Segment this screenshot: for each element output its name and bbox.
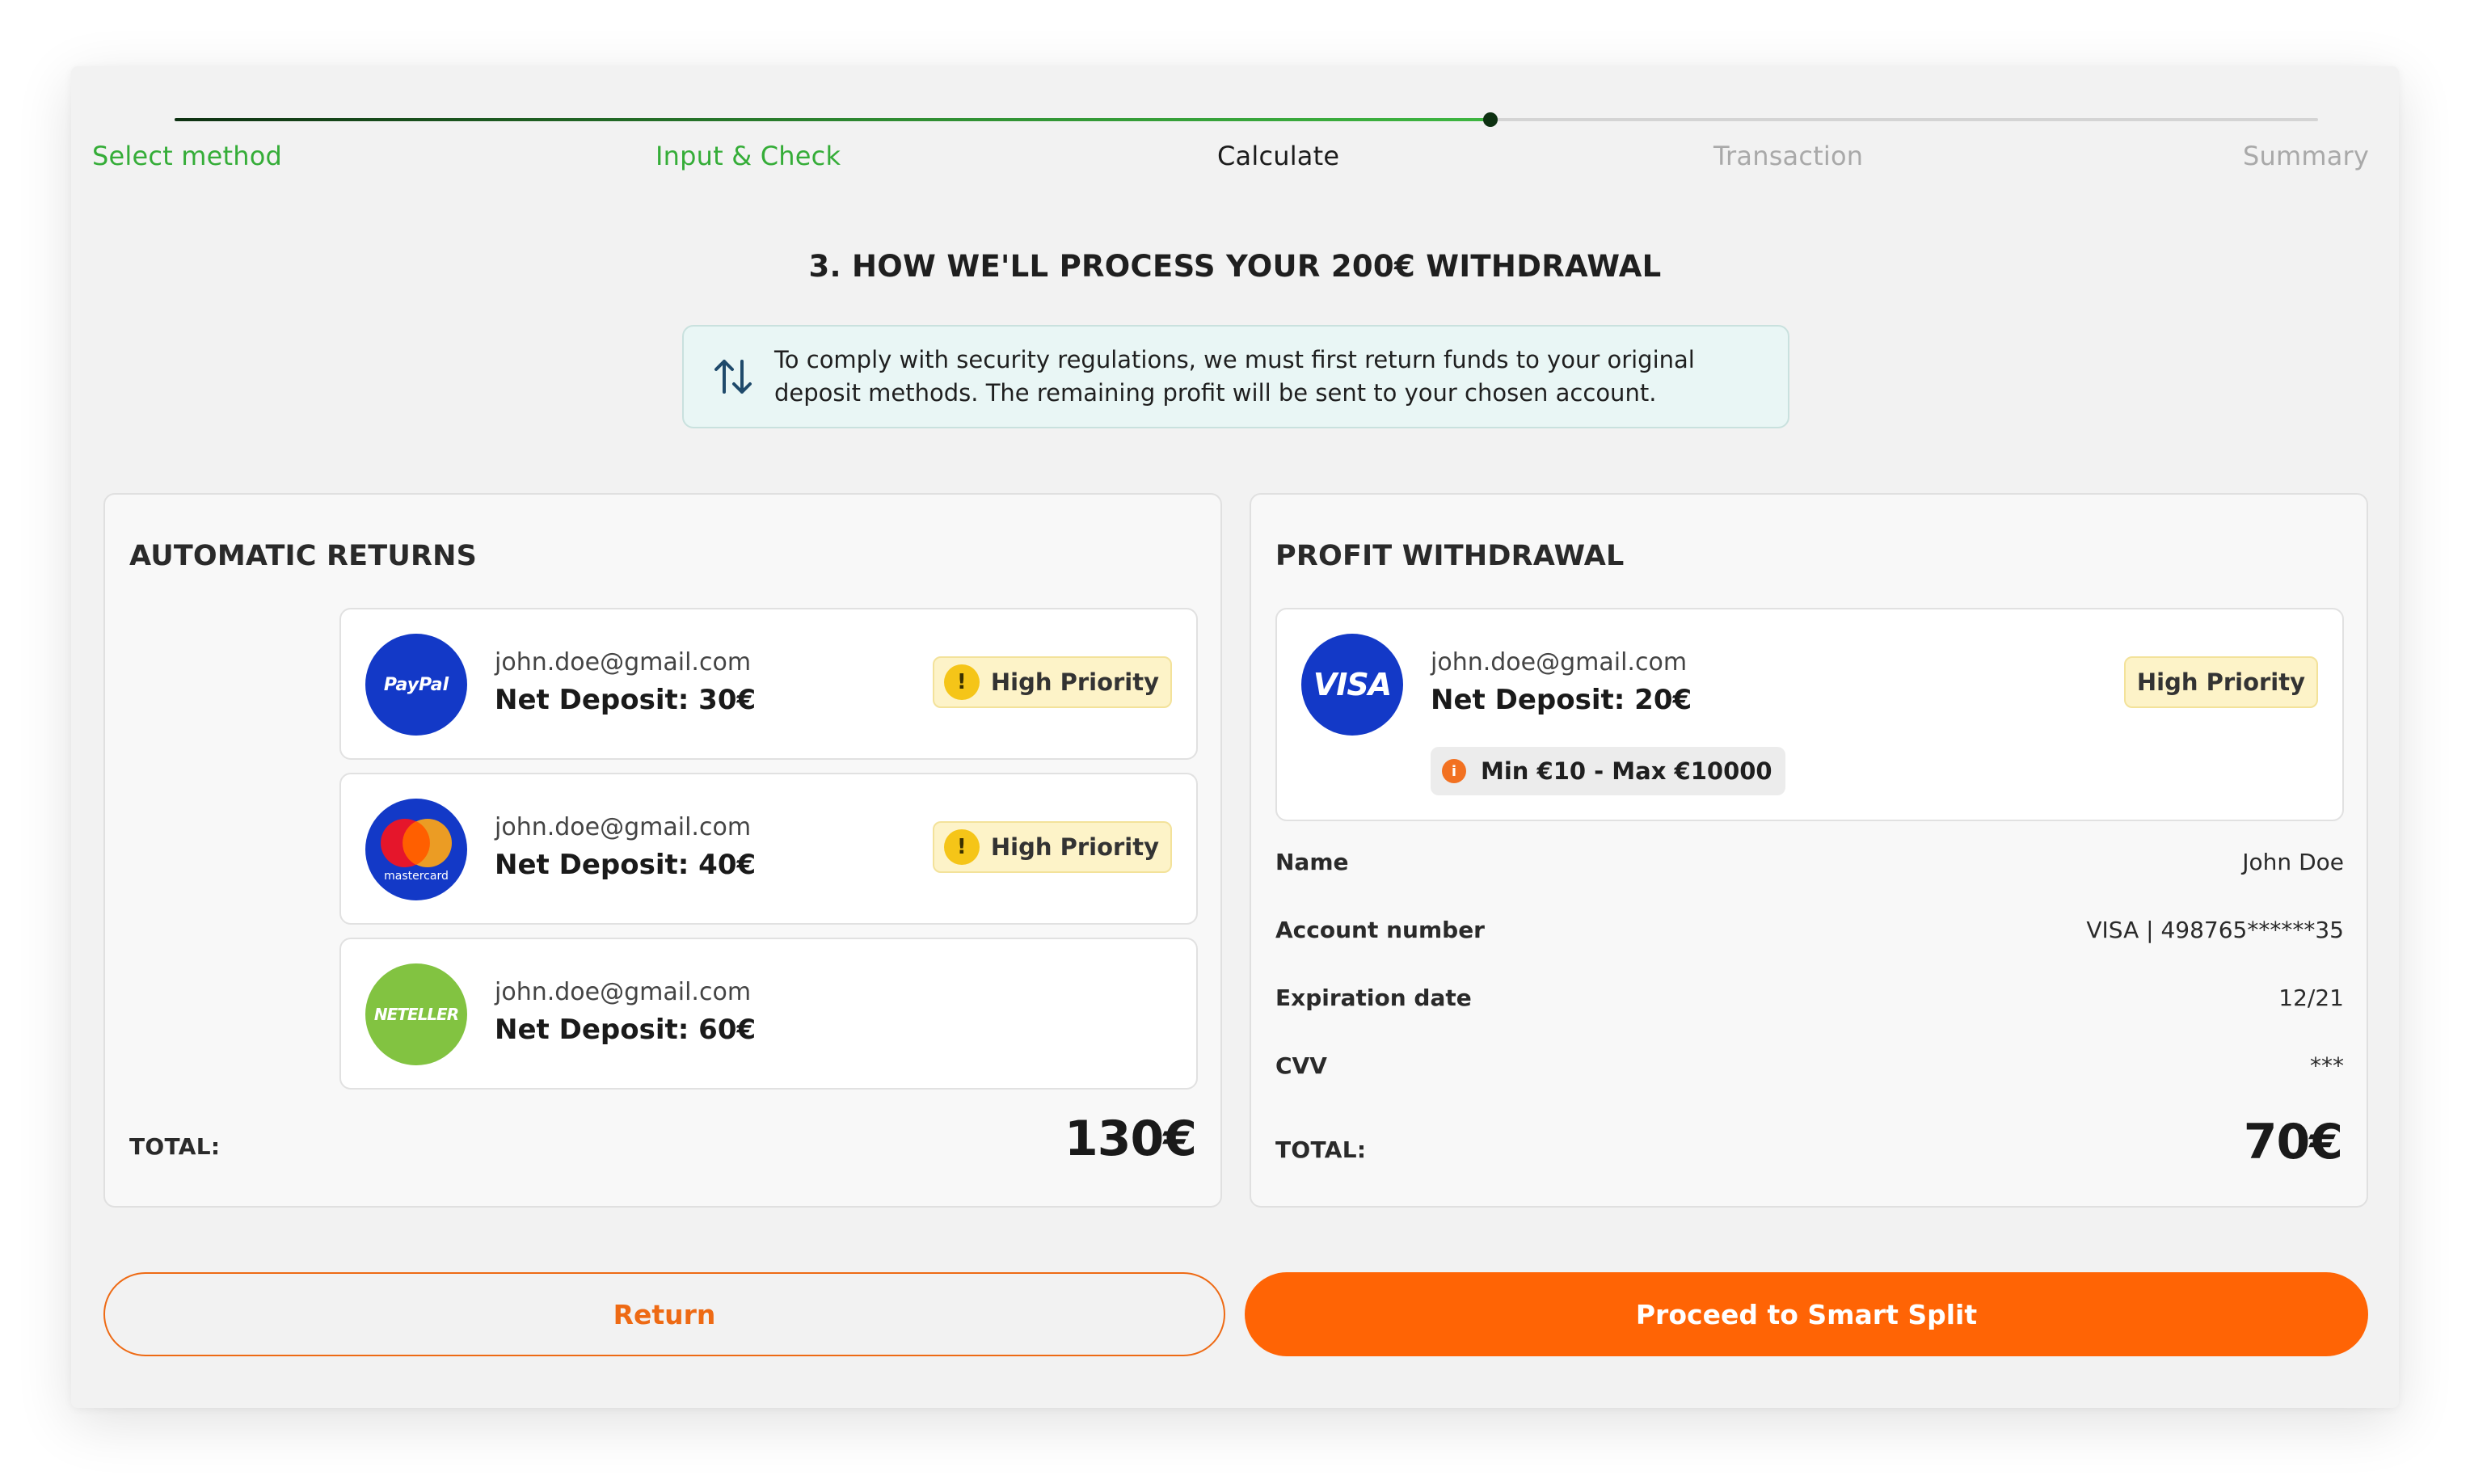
warning-icon: ! xyxy=(943,829,980,865)
automatic-returns-panel: AUTOMATIC RETURNS PayPal john.doe@gmail.… xyxy=(103,493,1222,1208)
high-priority-badge: ! High Priority xyxy=(932,821,1172,873)
net-deposit: Net Deposit: 20€ xyxy=(1431,684,1692,716)
returns-total-value: 130€ xyxy=(1064,1111,1197,1167)
high-priority-badge: High Priority xyxy=(2123,656,2318,708)
mastercard-circles-icon xyxy=(381,819,452,867)
method-email: john.doe@gmail.com xyxy=(495,813,752,841)
mastercard-logo: mastercard xyxy=(365,799,467,900)
return-method-card: PayPal john.doe@gmail.com Net Deposit: 3… xyxy=(339,608,1198,760)
step-input-check[interactable]: Input & Check xyxy=(655,141,841,171)
profit-total-label: TOTAL: xyxy=(1275,1136,1367,1163)
net-deposit: Net Deposit: 60€ xyxy=(495,1014,757,1046)
stepper-progress xyxy=(175,118,1490,121)
step-calculate: Calculate xyxy=(1217,141,1340,171)
profit-total-value: 70€ xyxy=(2243,1114,2343,1170)
net-deposit: Net Deposit: 40€ xyxy=(495,849,757,881)
warning-icon: ! xyxy=(943,664,980,700)
page-title: 3. HOW WE'LL PROCESS YOUR 200€ WITHDRAWA… xyxy=(808,249,1662,284)
detail-row-cvv: CVV *** xyxy=(1275,1052,2344,1079)
neteller-logo: NETELLER xyxy=(365,963,467,1065)
return-button[interactable]: Return xyxy=(103,1272,1225,1356)
notice-text: To comply with security regulations, we … xyxy=(774,346,1695,407)
profit-withdrawal-title: PROFIT WITHDRAWAL xyxy=(1275,540,1625,572)
automatic-returns-title: AUTOMATIC RETURNS xyxy=(129,540,478,572)
proceed-smart-split-button[interactable]: Proceed to Smart Split xyxy=(1245,1272,2368,1356)
swap-vertical-icon xyxy=(714,360,752,394)
compliance-notice: To comply with security regulations, we … xyxy=(682,325,1789,428)
detail-row-expiration: Expiration date 12/21 xyxy=(1275,984,2344,1011)
visa-logo: VISA xyxy=(1301,634,1403,736)
info-icon: i xyxy=(1442,759,1466,783)
withdrawal-account-card: VISA john.doe@gmail.com Net Deposit: 20€… xyxy=(1275,608,2344,821)
limits-chip: i Min €10 - Max €10000 xyxy=(1431,747,1785,795)
step-select-method[interactable]: Select method xyxy=(92,141,282,171)
high-priority-badge: ! High Priority xyxy=(932,656,1172,708)
return-method-card: mastercard john.doe@gmail.com Net Deposi… xyxy=(339,773,1198,925)
return-method-card: NETELLER john.doe@gmail.com Net Deposit:… xyxy=(339,938,1198,1090)
detail-row-name: Name John Doe xyxy=(1275,849,2344,875)
method-email: john.doe@gmail.com xyxy=(495,978,752,1006)
returns-total-label: TOTAL: xyxy=(129,1133,221,1160)
profit-withdrawal-panel: PROFIT WITHDRAWAL VISA john.doe@gmail.co… xyxy=(1250,493,2368,1208)
withdrawal-modal: Select method Input & Check Calculate Tr… xyxy=(71,66,2399,1408)
step-summary: Summary xyxy=(2243,141,2370,171)
detail-row-account-number: Account number VISA | 498765******35 xyxy=(1275,917,2344,943)
paypal-logo: PayPal xyxy=(365,634,467,736)
stepper-current-dot xyxy=(1483,112,1498,127)
step-transaction: Transaction xyxy=(1713,141,1864,171)
net-deposit: Net Deposit: 30€ xyxy=(495,684,757,716)
method-email: john.doe@gmail.com xyxy=(495,648,752,677)
method-email: john.doe@gmail.com xyxy=(1431,648,1688,677)
